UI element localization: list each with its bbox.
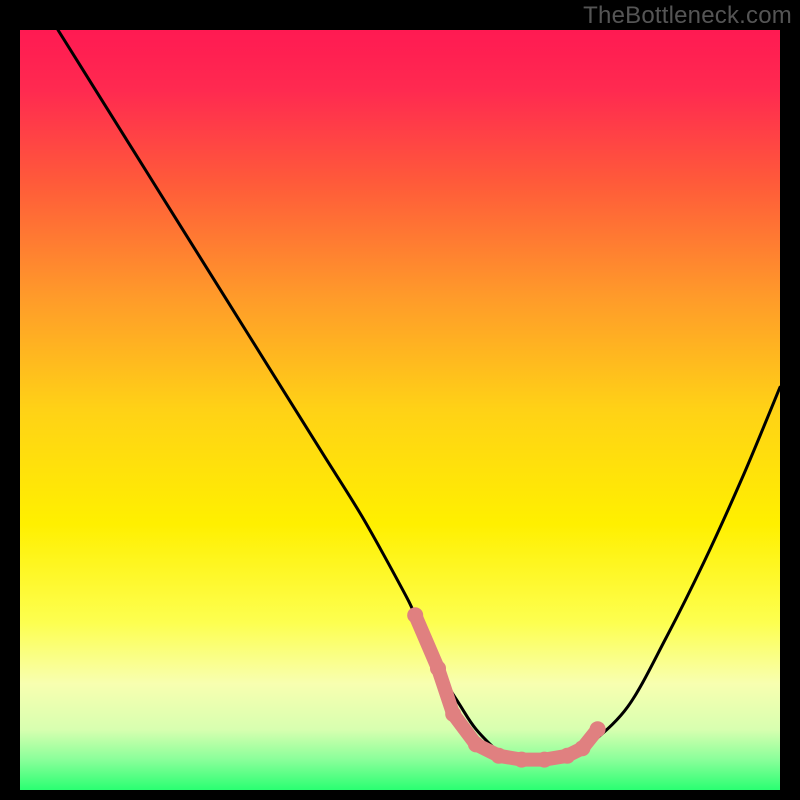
highlight-markers (407, 607, 605, 767)
highlight-dot (536, 752, 552, 768)
highlight-dot (445, 706, 461, 722)
highlight-segment (415, 615, 438, 668)
highlight-dot (574, 740, 590, 756)
highlight-dot (407, 607, 423, 623)
bottleneck-curve (58, 30, 780, 760)
highlight-dot (590, 721, 606, 737)
highlight-dot (430, 660, 446, 676)
highlight-dot (491, 748, 507, 764)
highlight-dot (559, 748, 575, 764)
chart-svg (20, 30, 780, 790)
highlight-dot (468, 736, 484, 752)
highlight-dot (514, 752, 530, 768)
stage: TheBottleneck.com (0, 0, 800, 800)
watermark-text: TheBottleneck.com (583, 2, 792, 30)
plot-area (20, 30, 780, 790)
